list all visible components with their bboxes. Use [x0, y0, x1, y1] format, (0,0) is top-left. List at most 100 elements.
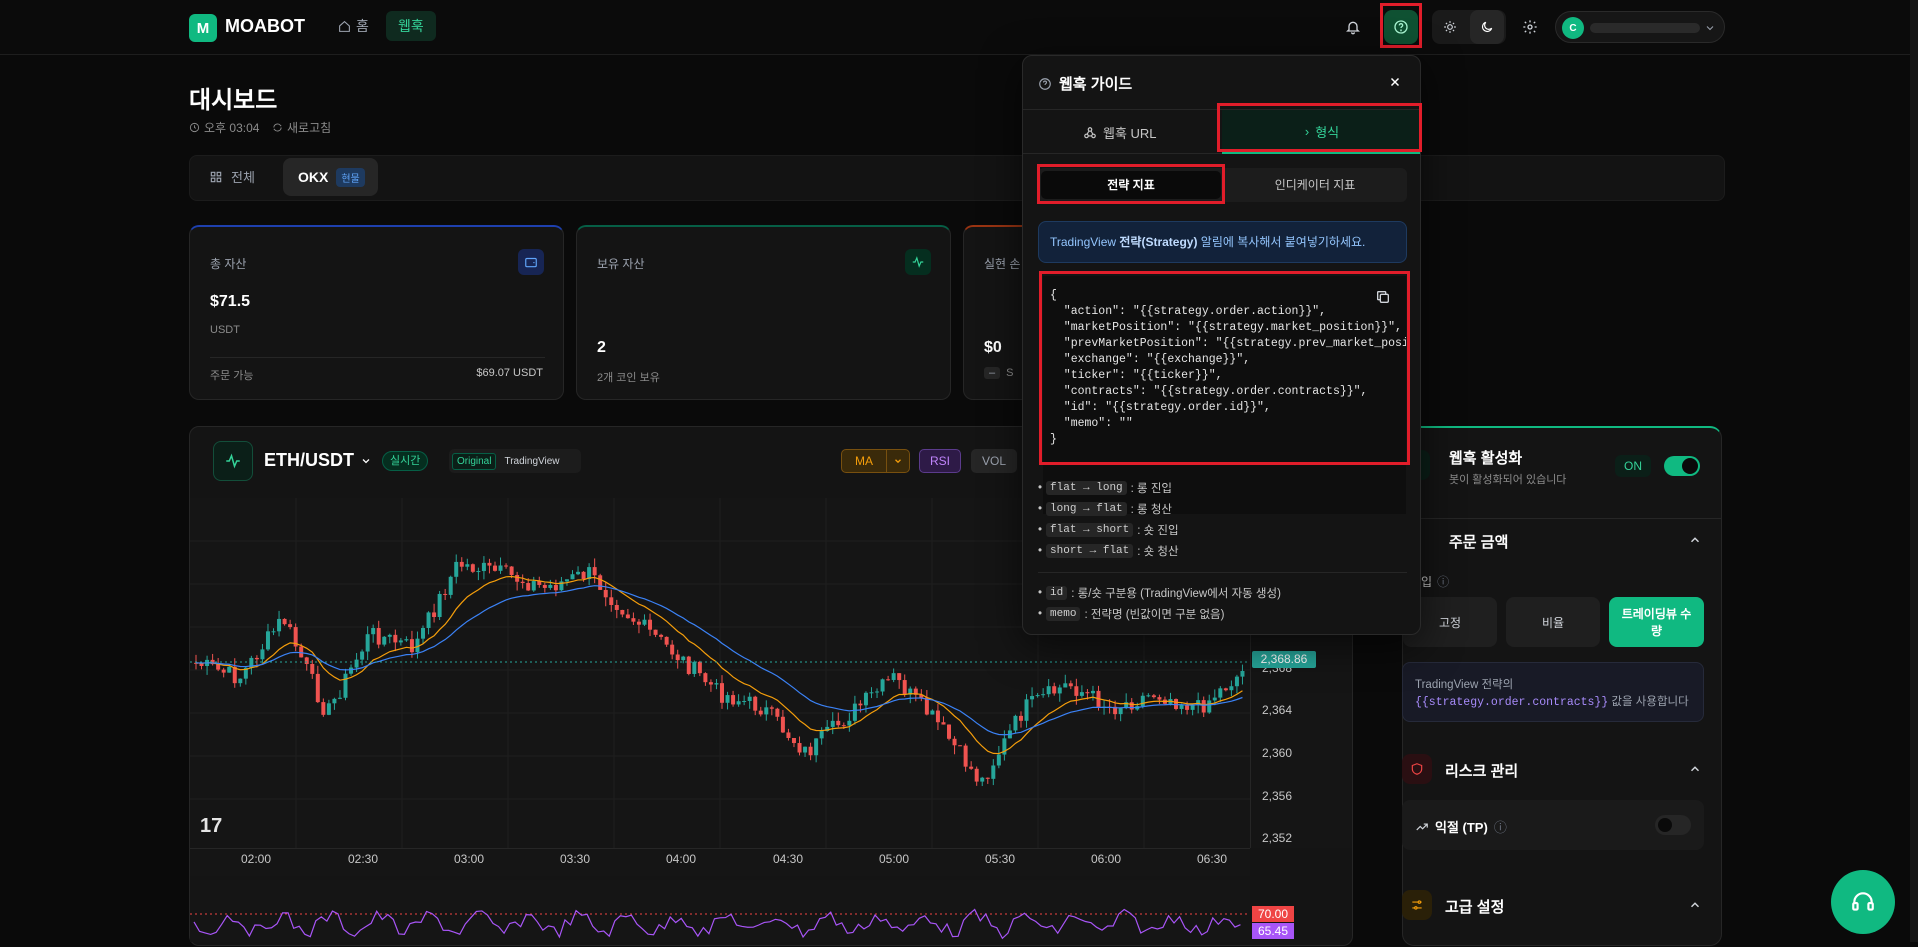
candle-body	[1151, 695, 1156, 698]
time-label: 오후 03:04	[204, 121, 260, 135]
candle-body	[775, 708, 780, 717]
candle-body	[742, 701, 747, 703]
candle-body	[337, 697, 342, 699]
tab-okx[interactable]: OKX 현물	[283, 158, 378, 196]
webhook-active-toggle[interactable]	[1664, 456, 1700, 476]
note-chip: id	[1046, 585, 1068, 600]
candle-body	[409, 639, 414, 653]
candle-body	[803, 746, 808, 753]
candle-body	[648, 619, 653, 630]
tv-note: TradingView 전략의 {{strategy.order.contrac…	[1402, 662, 1704, 722]
candle-body	[1207, 700, 1212, 713]
wallet-icon	[518, 249, 544, 275]
opt-ratio[interactable]: 비율	[1506, 597, 1600, 647]
shield-icon	[1402, 754, 1432, 784]
brand-logo[interactable]: M	[189, 14, 217, 42]
candle-body	[1157, 697, 1162, 700]
card-foot-label: 2개 코인 보유	[597, 372, 660, 384]
candle-body	[238, 678, 243, 684]
chevron-up-icon[interactable]	[1688, 898, 1702, 912]
candle-body	[875, 691, 880, 693]
notes-list: • id: 롱/숏 구분용 (TradingView에서 자동 생성) • me…	[1038, 582, 1281, 624]
settings-button[interactable]	[1513, 10, 1547, 44]
subtab-indicator[interactable]: 인디케이터 지표	[1225, 171, 1405, 199]
candle-body	[542, 584, 547, 588]
mode-original[interactable]: Original	[452, 452, 497, 470]
candle-body	[349, 667, 354, 674]
chevron-up-icon[interactable]	[1688, 533, 1702, 547]
candle-body	[531, 581, 536, 591]
candle-body	[841, 725, 846, 727]
candle-body	[1018, 715, 1023, 721]
rsi-series	[190, 908, 1250, 940]
candle-body	[371, 628, 376, 635]
candle-body	[880, 679, 885, 692]
scrollbar[interactable]	[1910, 0, 1918, 942]
candle-body	[504, 565, 509, 567]
candle-body	[863, 692, 868, 706]
ma-dropdown[interactable]	[886, 449, 910, 473]
modal-title: 웹훅 가이드	[1059, 76, 1133, 93]
x-tick: 02:30	[348, 852, 379, 866]
candle-body	[277, 618, 282, 632]
risk-title[interactable]: 리스크 관리	[1445, 760, 1518, 781]
pair-selector[interactable]: ETH/USDT	[264, 450, 372, 471]
order-amount-title[interactable]: 주문 금액	[1449, 531, 1508, 552]
x-tick: 05:30	[985, 852, 1016, 866]
light-mode-button[interactable]	[1433, 10, 1467, 44]
candle-body	[310, 663, 315, 674]
candle-body	[963, 745, 968, 767]
ma-button[interactable]: MA	[841, 449, 887, 473]
card-foot-label: 주문 가능	[210, 370, 254, 382]
brand-name[interactable]: MOABOT	[225, 16, 305, 37]
candle-body	[642, 619, 647, 625]
mode-tradingview[interactable]: TradingView	[500, 454, 563, 469]
notification-button[interactable]	[1336, 10, 1370, 44]
candle-body	[443, 593, 448, 595]
note-text: : 롱/숏 구분용 (TradingView에서 자동 생성)	[1071, 587, 1281, 600]
tab-webhook-url-label: 웹훅 URL	[1103, 126, 1157, 141]
candle-body	[758, 710, 763, 715]
dark-mode-button[interactable]	[1470, 10, 1504, 44]
gear-icon	[1523, 20, 1537, 34]
advanced-title[interactable]: 고급 설정	[1445, 896, 1504, 917]
candle-body	[725, 695, 730, 703]
help-circle-icon[interactable]: ⓘ	[1494, 817, 1507, 836]
rules-list: • flat → long: 롱 진입 • long → flat: 롱 청산 …	[1038, 477, 1179, 561]
tab-all[interactable]: 전체	[209, 167, 255, 186]
rule-chip: flat → short	[1046, 522, 1134, 537]
rsi-button[interactable]: RSI	[919, 449, 961, 473]
list-item: • short → flat: 숏 청산	[1038, 543, 1179, 558]
nav-webhook[interactable]: 웹훅	[386, 11, 436, 41]
candle-body	[526, 583, 531, 591]
vol-button[interactable]: VOL	[971, 449, 1017, 473]
tab-webhook-url[interactable]: 웹훅 URL	[1083, 123, 1157, 142]
candle-body	[786, 732, 791, 738]
refresh-button[interactable]: 새로고침	[272, 119, 331, 136]
last-updated: 오후 03:04	[189, 119, 259, 136]
support-button[interactable]	[1831, 870, 1895, 934]
candle-body	[974, 768, 979, 782]
candle-body	[1074, 686, 1079, 696]
candle-body	[636, 621, 641, 625]
avatar: C	[1562, 17, 1584, 39]
candle-body	[708, 682, 713, 685]
nav-home[interactable]: 홈	[338, 16, 369, 36]
candle-body	[515, 574, 520, 582]
opt-tradingview[interactable]: 트레이딩뷰 수량	[1609, 597, 1704, 647]
chevron-up-icon[interactable]	[1688, 762, 1702, 776]
y-tick: 2,352	[1262, 831, 1293, 845]
candle-body	[548, 584, 553, 588]
candle-body	[720, 683, 724, 703]
user-menu[interactable]: C	[1555, 11, 1725, 43]
highlight-code-block	[1039, 271, 1410, 465]
candle-body	[1085, 692, 1090, 694]
candle-body	[1090, 690, 1095, 694]
tp-toggle[interactable]	[1655, 815, 1691, 835]
exchange-tabs	[189, 155, 1725, 201]
tradingview-logo: 17	[200, 815, 223, 837]
activate-sub: 봇이 활성화되어 있습니다	[1449, 474, 1567, 486]
candle-body	[465, 564, 470, 567]
close-icon[interactable]	[1388, 75, 1402, 89]
help-circle-icon[interactable]: ⓘ	[1437, 573, 1449, 590]
